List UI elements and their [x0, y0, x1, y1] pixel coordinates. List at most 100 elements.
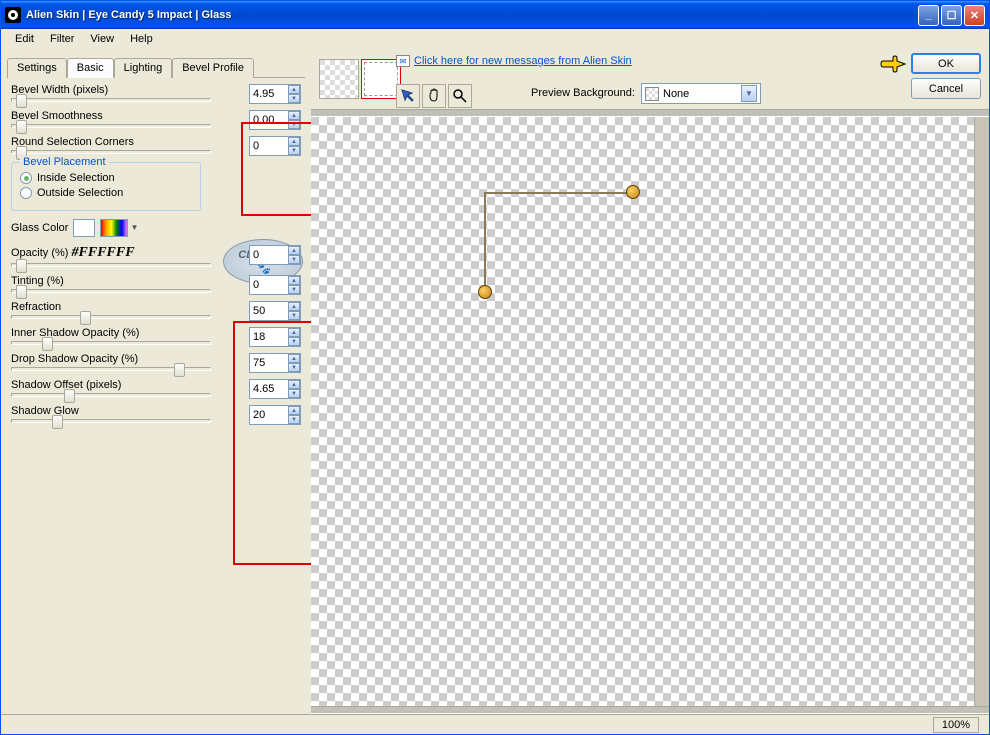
spin-up[interactable]: ▲: [288, 111, 300, 120]
slider-inner-shadow[interactable]: [11, 341, 211, 345]
slider-thumb[interactable]: [16, 259, 27, 273]
preview-handle-2[interactable]: [478, 285, 492, 299]
move-tool[interactable]: [396, 84, 420, 108]
glass-color-row: Glass Color: [11, 219, 301, 237]
param-shadow-glow: Shadow Glow ▲▼: [11, 405, 301, 423]
glass-color-swatch[interactable]: [73, 219, 95, 237]
spin-up[interactable]: ▲: [288, 354, 300, 363]
ok-button[interactable]: OK: [911, 53, 981, 74]
input-tinting[interactable]: [250, 276, 288, 294]
minimize-button[interactable]: _: [918, 5, 939, 26]
tab-basic[interactable]: Basic: [67, 58, 114, 78]
spin-down[interactable]: ▼: [288, 311, 300, 320]
slider-thumb[interactable]: [174, 363, 185, 377]
spin-down[interactable]: ▼: [288, 94, 300, 103]
slider-bevel-smoothness[interactable]: [11, 124, 211, 128]
menu-view[interactable]: View: [82, 31, 122, 47]
slider-shadow-offset[interactable]: [11, 393, 211, 397]
menu-help[interactable]: Help: [122, 31, 161, 47]
tab-lighting[interactable]: Lighting: [114, 58, 173, 78]
slider-thumb[interactable]: [64, 389, 75, 403]
spinner-opacity: ▲▼: [249, 245, 301, 265]
param-bevel-smoothness: Bevel Smoothness ▲▼: [11, 110, 301, 128]
spin-down[interactable]: ▼: [288, 363, 300, 372]
thumbnail-selection[interactable]: [361, 59, 401, 99]
slider-thumb[interactable]: [16, 94, 27, 108]
spin-down[interactable]: ▼: [288, 285, 300, 294]
menu-edit[interactable]: Edit: [7, 31, 42, 47]
chevron-down-icon: ▼: [741, 85, 757, 102]
app-window: Alien Skin | Eye Candy 5 Impact | Glass …: [0, 0, 990, 735]
radio-outside-selection[interactable]: Outside Selection: [20, 187, 192, 199]
slider-drop-shadow[interactable]: [11, 367, 211, 371]
input-shadow-glow[interactable]: [250, 406, 288, 424]
slider-refraction[interactable]: [11, 315, 211, 319]
slider-opacity[interactable]: [11, 263, 211, 267]
separator: [311, 109, 989, 117]
param-shadow-offset: Shadow Offset (pixels) ▲▼: [11, 379, 301, 397]
input-round-corners[interactable]: [250, 137, 288, 155]
spinner-inner-shadow: ▲▼: [249, 327, 301, 347]
spin-up[interactable]: ▲: [288, 380, 300, 389]
preview-bg-swatch: [645, 87, 659, 101]
tab-bevel-profile[interactable]: Bevel Profile: [172, 58, 254, 78]
slider-thumb[interactable]: [16, 120, 27, 134]
slider-thumb[interactable]: [42, 337, 53, 351]
zoom-tool[interactable]: [448, 84, 472, 108]
input-shadow-offset[interactable]: [250, 380, 288, 398]
param-bevel-width: Bevel Width (pixels) ▲▼: [11, 84, 301, 102]
input-drop-shadow[interactable]: [250, 354, 288, 372]
spin-down[interactable]: ▼: [288, 337, 300, 346]
spin-down[interactable]: ▼: [288, 415, 300, 424]
zoom-level[interactable]: 100%: [933, 717, 979, 733]
glass-color-picker[interactable]: [100, 219, 128, 237]
param-drop-shadow: Drop Shadow Opacity (%) ▲▼: [11, 353, 301, 371]
menu-filter[interactable]: Filter: [42, 31, 82, 47]
spin-down[interactable]: ▼: [288, 389, 300, 398]
spin-up[interactable]: ▲: [288, 85, 300, 94]
spin-up[interactable]: ▲: [288, 328, 300, 337]
titlebar: Alien Skin | Eye Candy 5 Impact | Glass …: [1, 1, 989, 29]
spin-up[interactable]: ▲: [288, 137, 300, 146]
thumbnail-before[interactable]: [319, 59, 359, 99]
slider-bevel-width[interactable]: [11, 98, 211, 102]
radio-label-inside: Inside Selection: [37, 172, 115, 184]
action-buttons: OK Cancel: [879, 53, 981, 99]
thumbnail-group: [319, 59, 401, 99]
slider-thumb[interactable]: [16, 285, 27, 299]
preview-path-v: [484, 192, 486, 290]
spin-down[interactable]: ▼: [288, 120, 300, 129]
input-refraction[interactable]: [250, 302, 288, 320]
spin-down[interactable]: ▼: [288, 255, 300, 264]
toolbar: ✉ Click here for new messages from Alien…: [311, 49, 989, 109]
slider-thumb[interactable]: [80, 311, 91, 325]
spin-up[interactable]: ▲: [288, 246, 300, 255]
spin-down[interactable]: ▼: [288, 146, 300, 155]
input-bevel-smoothness[interactable]: [250, 111, 288, 129]
label-preview-bg: Preview Background:: [531, 87, 635, 99]
spin-up[interactable]: ▲: [288, 406, 300, 415]
slider-round-corners[interactable]: [11, 150, 211, 154]
slider-thumb[interactable]: [52, 415, 63, 429]
spin-up[interactable]: ▲: [288, 302, 300, 311]
slider-shadow-glow[interactable]: [11, 419, 211, 423]
app-icon: [5, 7, 21, 23]
preview-canvas[interactable]: [311, 117, 975, 706]
maximize-button[interactable]: ☐: [941, 5, 962, 26]
messages-link[interactable]: Click here for new messages from Alien S…: [414, 55, 632, 67]
select-preview-bg[interactable]: None ▼: [641, 83, 761, 104]
slider-tinting[interactable]: [11, 289, 211, 293]
tab-settings[interactable]: Settings: [7, 58, 67, 78]
input-bevel-width[interactable]: [250, 85, 288, 103]
input-opacity[interactable]: [250, 246, 288, 264]
close-button[interactable]: ✕: [964, 5, 985, 26]
message-icon: ✉: [396, 55, 410, 67]
spinner-bevel-width: ▲▼: [249, 84, 301, 104]
spin-up[interactable]: ▲: [288, 276, 300, 285]
radio-inside-selection[interactable]: Inside Selection: [20, 172, 192, 184]
preview-handle-1[interactable]: [626, 185, 640, 199]
hand-tool[interactable]: [422, 84, 446, 108]
panel-body: Bevel Width (pixels) ▲▼ Bevel Smoothness…: [1, 78, 311, 437]
cancel-button[interactable]: Cancel: [911, 78, 981, 99]
input-inner-shadow[interactable]: [250, 328, 288, 346]
